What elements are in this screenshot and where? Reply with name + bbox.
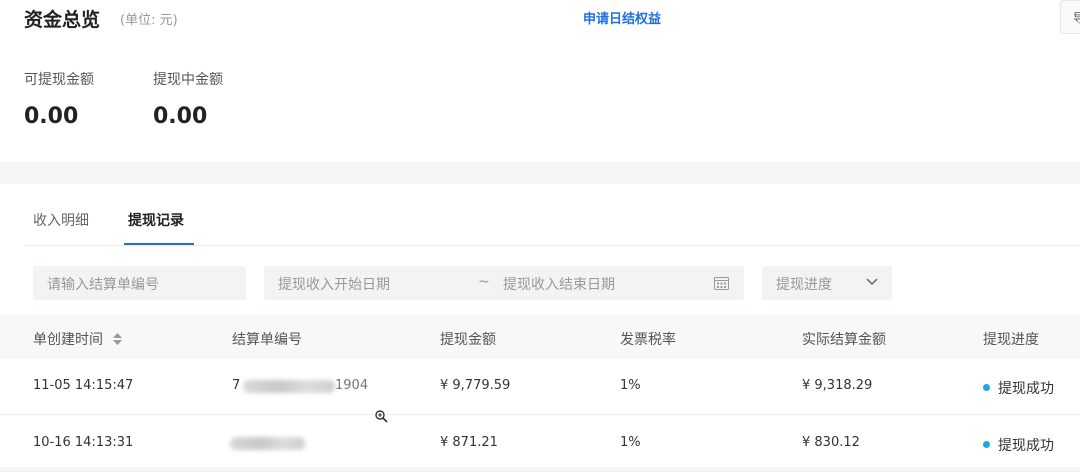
- column-withdraw-amount: 提现金额: [440, 332, 496, 348]
- column-statement-no: 结算单编号: [232, 332, 302, 348]
- sort-icon[interactable]: [113, 333, 123, 345]
- status-label: 提现成功: [998, 381, 1054, 397]
- statement-no-redacted: [243, 380, 335, 393]
- status-dot: [983, 441, 990, 448]
- status-cell: 提现成功: [983, 435, 1054, 455]
- progress-select[interactable]: 提现进度: [762, 266, 892, 300]
- statement-no-placeholder: 请输入结算单编号: [47, 277, 159, 293]
- table-row: 11-05 14:15:47 7 1904 ¥ 9,779.59 1% ¥ 9,…: [0, 359, 1080, 415]
- amount-cell: ¥ 871.21: [440, 435, 498, 450]
- calendar-icon: [714, 277, 729, 290]
- export-button[interactable]: 导: [1060, 0, 1080, 34]
- start-date-placeholder: 提现收入开始日期: [278, 277, 390, 293]
- withdrawable-amount-label: 可提现金额: [24, 72, 94, 88]
- zoom-cursor-icon: [375, 410, 388, 423]
- column-created-time[interactable]: 单创建时间: [33, 329, 123, 349]
- tab-withdrawal-records[interactable]: 提现记录: [128, 210, 184, 230]
- actual-amount-cell: ¥ 9,318.29: [802, 378, 873, 393]
- unit-label: (单位: 元): [120, 13, 178, 28]
- progress-select-placeholder: 提现进度: [776, 277, 832, 293]
- withdrawing-amount-label: 提现中金额: [153, 72, 223, 88]
- table-row: 10-16 14:13:31 ¥ 871.21 1% ¥ 830.12 提现成功: [0, 416, 1080, 472]
- table-header: 单创建时间 结算单编号 提现金额 发票税率 实际结算金额 提现进度: [0, 315, 1080, 359]
- status-cell: 提现成功: [983, 378, 1054, 398]
- statement-no-suffix: 1904: [335, 378, 369, 393]
- statement-no-redacted: [230, 437, 305, 450]
- created-time-cell: 11-05 14:15:47: [33, 378, 134, 393]
- tab-income-details[interactable]: 收入明细: [33, 210, 89, 230]
- tabs-divider: [24, 245, 1080, 246]
- date-range-picker[interactable]: 提现收入开始日期 ~ 提现收入结束日期: [264, 266, 744, 300]
- amount-cell: ¥ 9,779.59: [440, 378, 511, 393]
- column-progress: 提现进度: [983, 332, 1039, 348]
- overview-title: 资金总览: [24, 9, 101, 31]
- end-date-placeholder: 提现收入结束日期: [503, 277, 615, 293]
- apply-daily-settlement-link[interactable]: 申请日结权益: [583, 8, 661, 27]
- statement-no-prefix: 7: [232, 378, 241, 393]
- tax-rate-cell: 1%: [620, 435, 641, 450]
- fund-overview-card: 资金总览 (单位: 元) 申请日结权益 导 可提现金额 0.00 提现中金额 0…: [0, 0, 1080, 162]
- chevron-down-icon: [866, 278, 878, 286]
- created-time-cell: 10-16 14:13:31: [33, 435, 134, 450]
- withdrawable-amount-value: 0.00: [24, 104, 79, 129]
- actual-amount-cell: ¥ 830.12: [802, 435, 860, 450]
- status-dot: [983, 384, 990, 391]
- tax-rate-cell: 1%: [620, 378, 641, 393]
- records-card: 收入明细 提现记录 请输入结算单编号 提现收入开始日期 ~ 提现收入结束日期 提…: [0, 184, 1080, 472]
- withdrawing-amount-value: 0.00: [153, 104, 208, 129]
- column-actual-amount: 实际结算金额: [802, 332, 886, 348]
- range-separator: ~: [478, 274, 490, 290]
- statement-no-input[interactable]: 请输入结算单编号: [33, 266, 246, 300]
- column-created-time-label: 单创建时间: [33, 332, 103, 348]
- column-tax-rate: 发票税率: [620, 332, 676, 348]
- status-label: 提现成功: [998, 438, 1054, 454]
- section-gap: [0, 162, 1080, 184]
